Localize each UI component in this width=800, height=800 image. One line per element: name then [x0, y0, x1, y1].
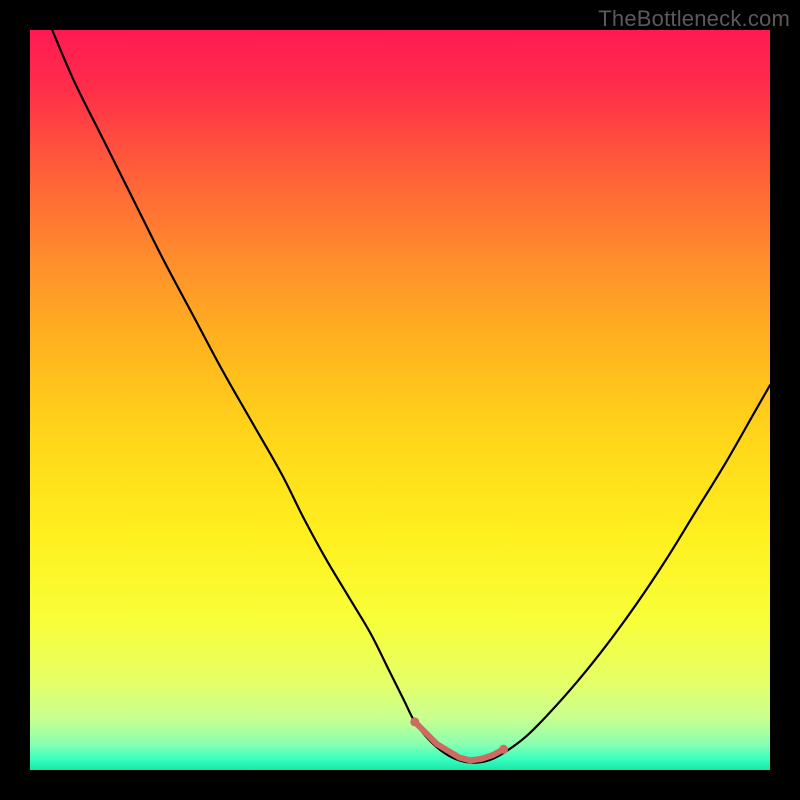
chart-container: TheBottleneck.com — [0, 0, 800, 800]
watermark-text: TheBottleneck.com — [598, 6, 790, 32]
chart-svg — [30, 30, 770, 770]
plot-area — [30, 30, 770, 770]
optimal-marker-dot-left — [410, 717, 419, 726]
optimal-marker-dot-right — [499, 745, 508, 754]
gradient-background — [30, 30, 770, 770]
